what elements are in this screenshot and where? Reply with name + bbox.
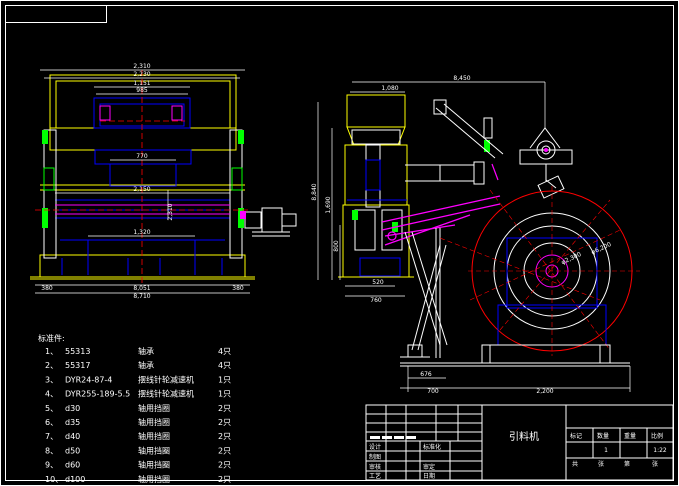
parts-list-row: 8、 d50 轴用挡圈 2只 xyxy=(45,445,231,455)
part-number: 10、 xyxy=(45,475,63,484)
part-number: 8、 xyxy=(45,446,58,455)
dim-lower-1: 520 xyxy=(372,279,384,286)
sheet-number-unit: 张 xyxy=(652,460,658,468)
part-code: d30 xyxy=(65,404,80,413)
dim-base-length: 2,200 xyxy=(536,388,553,395)
parts-list-row: 6、 d35 轴用挡圈 2只 xyxy=(45,417,231,427)
part-code: d60 xyxy=(65,461,80,470)
label-process: 工艺 xyxy=(369,472,381,480)
label-review: 审核 xyxy=(369,463,381,471)
part-number: 9、 xyxy=(45,461,58,470)
dim-left-offset: 380 xyxy=(41,285,53,292)
parts-list-row: 7、 d40 轴用挡圈 2只 xyxy=(45,431,231,441)
dim-roller-width: 2,150 xyxy=(133,186,150,193)
dim-right-offset: 380 xyxy=(232,285,244,292)
dim-width-1: 1,151 xyxy=(133,80,150,87)
part-qty: 4只 xyxy=(218,361,231,370)
parts-list-row: 5、 d30 轴用挡圈 2只 xyxy=(45,403,231,413)
label-design: 设计 xyxy=(369,443,381,451)
part-name: 轴承 xyxy=(138,360,154,370)
part-code: DYR255-189-5.5 xyxy=(65,390,130,399)
header-scale: 比例 xyxy=(651,432,663,440)
part-qty: 2只 xyxy=(218,418,231,427)
parts-list-row: 10、 d100 轴用挡圈 2只 xyxy=(45,474,231,484)
qty-value: 1 xyxy=(604,447,608,454)
dim-base-w: 700 xyxy=(427,388,439,395)
part-number: 7、 xyxy=(45,432,58,441)
part-code: 55313 xyxy=(65,347,90,356)
parts-list-title: 标准件: xyxy=(38,333,65,343)
part-qty: 2只 xyxy=(218,432,231,441)
parts-list: 标准件: 1、 55313 轴承 4只 2、 55317 轴承 4只 3、 DYR24-87-4 摆… xyxy=(38,333,231,484)
label-drafting: 制图 xyxy=(369,453,381,461)
part-name: 摆线针轮减速机 xyxy=(138,374,194,384)
dim-base-width: 8,710 xyxy=(133,293,150,300)
part-number: 5、 xyxy=(45,404,58,413)
dim-side-height: 2,310 xyxy=(167,203,174,220)
parts-list-row: 3、 DYR24-87-4 摆线针轮减速机 1只 xyxy=(45,374,231,384)
label-date: 日期 xyxy=(423,472,435,480)
parts-list-row: 2、 55317 轴承 4只 xyxy=(45,360,231,370)
dim-height-2: 800 xyxy=(333,240,340,252)
engineering-drawing: 2,310 2,230 1,151 985 770 2,150 1,320 38… xyxy=(0,0,679,486)
dim-bottom-width: 8,051 xyxy=(133,285,150,292)
part-qty: 2只 xyxy=(218,475,231,484)
part-number: 2、 xyxy=(45,361,58,370)
header-qty: 数量 xyxy=(597,432,609,440)
dim-width-2: 985 xyxy=(136,87,148,94)
part-name: 轴用挡圈 xyxy=(138,445,170,455)
part-number: 1、 xyxy=(45,347,58,356)
part-name: 轴用挡圈 xyxy=(138,417,170,427)
header-mark: 标记 xyxy=(570,432,582,440)
label-approval: 审定 xyxy=(423,463,435,471)
dim-height-1: 1,690 xyxy=(325,196,332,213)
parts-list-row: 4、 DYR255-189-5.5 摆线针轮减速机 1只 xyxy=(45,389,231,399)
header-weight: 重量 xyxy=(624,432,636,440)
dim-overall-width: 2,310 xyxy=(133,63,150,70)
dim-lower-span: 1,320 xyxy=(133,229,150,236)
part-qty: 2只 xyxy=(218,446,231,455)
part-number: 6、 xyxy=(45,418,58,427)
scale-value: 1:22 xyxy=(653,447,667,454)
part-name: 轴用挡圈 xyxy=(138,431,170,441)
sheet-number-label: 第 xyxy=(624,460,630,468)
part-qty: 2只 xyxy=(218,404,231,413)
part-name: 轴用挡圈 xyxy=(138,403,170,413)
dim-inner-width: 2,230 xyxy=(133,71,150,78)
dim-center-width: 770 xyxy=(136,153,148,160)
part-code: DYR24-87-4 xyxy=(65,375,112,384)
part-name: 轴用挡圈 xyxy=(138,474,170,484)
part-qty: 1只 xyxy=(218,390,231,399)
part-code: d40 xyxy=(65,432,80,441)
part-code: d100 xyxy=(65,475,85,484)
label-standardization: 标准化 xyxy=(423,443,441,451)
front-view: 2,310 2,230 1,151 985 770 2,150 1,320 38… xyxy=(30,63,297,300)
part-name: 摆线针轮减速机 xyxy=(138,389,194,399)
dim-support-w: 676 xyxy=(420,371,432,378)
title-block: 引料机 设计 制图 审核 工艺 标准化 审定 日期 标记 数量 重量 比例 1 … xyxy=(365,404,674,481)
dim-lower-2: 760 xyxy=(370,297,382,304)
part-qty: 2只 xyxy=(218,461,231,470)
part-qty: 4只 xyxy=(218,347,231,356)
part-code: d50 xyxy=(65,446,80,455)
sheet-total-unit: 张 xyxy=(598,460,604,468)
part-code: 55317 xyxy=(65,361,90,370)
part-code: d35 xyxy=(65,418,80,427)
part-number: 4、 xyxy=(45,390,58,399)
drawing-title: 引料机 xyxy=(509,430,539,443)
parts-list-row: 9、 d60 轴用挡圈 2只 xyxy=(45,460,231,470)
dim-total-height: 8,840 xyxy=(311,183,318,200)
dim-top-width: 1,080 xyxy=(381,85,398,92)
part-number: 3、 xyxy=(45,375,58,384)
part-name: 轴用挡圈 xyxy=(138,460,170,470)
part-name: 轴承 xyxy=(138,346,154,356)
dim-pulley-dia: φ6,200 xyxy=(590,241,612,256)
dim-overall-length: 8,450 xyxy=(453,75,470,82)
side-view: 8,450 1,080 8,840 1,690 800 520 760 φ6,2… xyxy=(311,75,640,395)
part-qty: 1只 xyxy=(218,375,231,384)
parts-list-row: 1、 55313 轴承 4只 xyxy=(45,346,231,356)
sheet-total-label: 共 xyxy=(572,460,578,468)
